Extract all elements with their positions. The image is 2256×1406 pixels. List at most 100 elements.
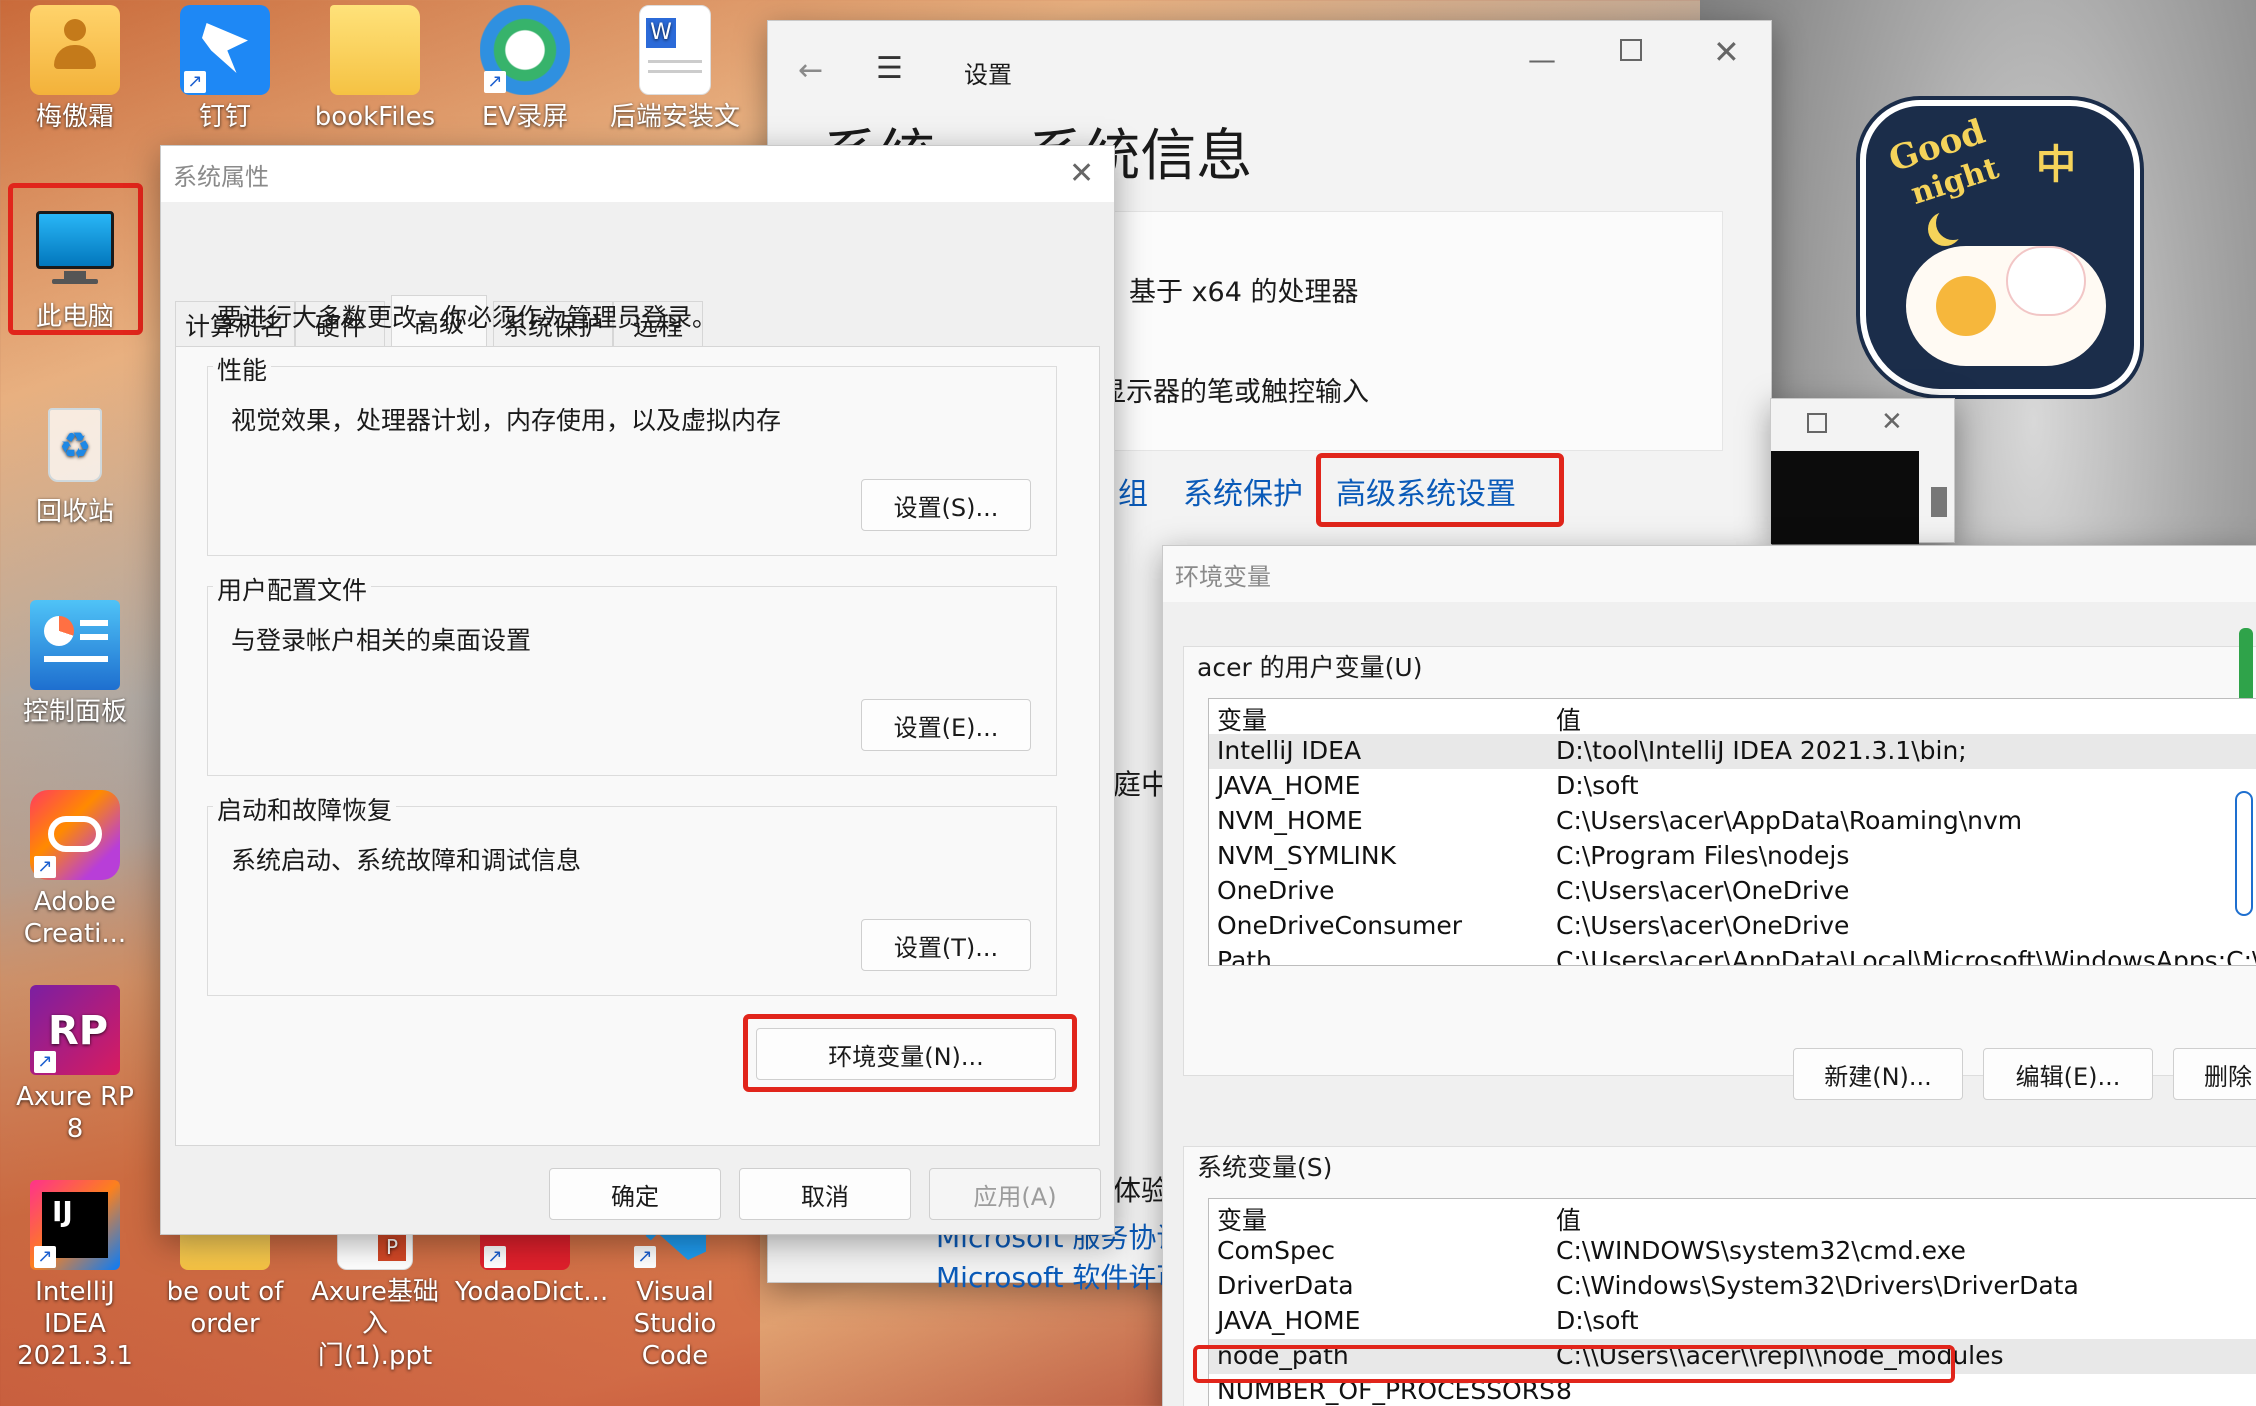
icon-label: be out of: [166, 1277, 284, 1307]
axure-icon: RP ↗: [30, 985, 120, 1075]
desktop-icon-adobe[interactable]: ↗ Adobe Creati...: [5, 790, 145, 950]
delete-user-var-button[interactable]: 删除: [2173, 1048, 2256, 1100]
minimize-button[interactable]: —: [1528, 43, 1556, 76]
desktop-icon-recycle-bin[interactable]: ♻ 回收站: [5, 400, 145, 528]
shortcut-arrow-icon: ↗: [34, 1051, 56, 1073]
col-header-variable[interactable]: 变量: [1217, 1201, 1267, 1237]
desktop-icon-control-panel[interactable]: 控制面板: [5, 600, 145, 728]
desktop-icon-ev[interactable]: ↗ EV录屏: [455, 5, 595, 133]
desktop-icon-user[interactable]: 梅傲霜: [5, 5, 145, 133]
table-row[interactable]: JAVA_HOME D:\soft: [1209, 1304, 2256, 1339]
table-header: 变量 值: [1209, 699, 2256, 737]
col-header-variable[interactable]: 变量: [1217, 701, 1267, 737]
cancel-button[interactable]: 取消: [739, 1168, 911, 1220]
startup-recovery-description: 系统启动、系统故障和调试信息: [231, 846, 582, 875]
menu-icon[interactable]: ☰: [876, 51, 903, 86]
moon-icon: [1936, 206, 1970, 240]
partial-text-2: 体验: [1113, 1174, 1170, 1207]
highlight-node-path: [1193, 1345, 1955, 1383]
icon-label-line2: Studio Code: [633, 1309, 717, 1371]
control-panel-icon: [30, 600, 120, 690]
user-table-scrollbar[interactable]: [2235, 791, 2253, 916]
var-value-cell: C:\Users\acer\AppData\Roaming\nvm: [1556, 806, 2023, 835]
link-domain-workgroup[interactable]: 组: [1118, 469, 1148, 513]
table-row[interactable]: OneDrive C:\Users\acer\OneDrive: [1209, 874, 2256, 909]
ime-mode-indicator[interactable]: 中: [2036, 132, 2076, 190]
table-row[interactable]: NVM_SYMLINK C:\Program Files\nodejs: [1209, 839, 2256, 874]
processor-row-text: 基于 x64 的处理器: [1129, 277, 1359, 308]
close-button[interactable]: ✕: [1713, 33, 1740, 71]
desktop-icon-dingtalk[interactable]: ↗ 钉钉: [155, 5, 295, 133]
apply-button[interactable]: 应用(A): [929, 1168, 1101, 1220]
outer-scrollbar[interactable]: [2239, 628, 2253, 708]
startup-recovery-settings-button[interactable]: 设置(T)...: [861, 919, 1031, 971]
var-name-cell: JAVA_HOME: [1217, 1306, 1361, 1335]
icon-label: 钉钉: [198, 102, 251, 132]
cat-egg-illustration: [1906, 246, 2106, 366]
terminal-content: [1771, 451, 1919, 544]
ok-button[interactable]: 确定: [549, 1168, 721, 1220]
highlight-advanced-settings: [1316, 453, 1564, 527]
dingtalk-icon: ↗: [180, 5, 270, 95]
admin-note-text: 要进行大多数更改，你必须作为管理员登录。: [217, 303, 718, 332]
env-window-title: 环境变量: [1163, 546, 2256, 602]
var-name-cell: OneDrive: [1217, 876, 1335, 905]
var-name-cell: IntelliJ IDEA: [1217, 736, 1362, 765]
shortcut-arrow-icon: ↗: [34, 856, 56, 878]
user-profiles-settings-button[interactable]: 设置(E)...: [861, 699, 1031, 751]
desktop-icon-intellij[interactable]: IJ ↗ IntelliJ IDEA 2021.3.1: [5, 1180, 145, 1372]
col-header-value[interactable]: 值: [1556, 701, 1581, 737]
startup-recovery-group-title: 启动和故障恢复: [213, 791, 397, 827]
intellij-icon: IJ ↗: [30, 1180, 120, 1270]
system-properties-dialog: 系统属性 ✕ 计算机名 硬件 高级 系统保护 远程 要进行大多数更改，你必须作为…: [160, 145, 1115, 1235]
link-system-protection[interactable]: 系统保护: [1183, 469, 1303, 513]
var-value-cell: C:\Users\acer\AppData\Local\Microsoft\Wi…: [1556, 946, 2256, 966]
var-name-cell: JAVA_HOME: [1217, 771, 1361, 800]
user-profiles-description: 与登录帐户相关的桌面设置: [231, 626, 532, 655]
pen-touch-row-text: 显示器的笔或触控输入: [1099, 377, 1369, 408]
table-row[interactable]: ComSpec C:\WINDOWS\system32\cmd.exe: [1209, 1234, 2256, 1269]
desktop-icon-word-doc[interactable]: W 后端安装文: [605, 5, 745, 133]
maximize-button[interactable]: [1620, 39, 1642, 61]
intellij-glyph-text: IJ: [52, 1195, 73, 1228]
edit-user-var-button[interactable]: 编辑(E)...: [1983, 1048, 2153, 1100]
performance-description: 视觉效果，处理器计划，内存使用，以及虚拟内存: [231, 406, 782, 435]
var-value-cell: C:\Program Files\nodejs: [1556, 841, 1850, 870]
recycle-bin-icon: ♻: [30, 400, 120, 490]
table-row[interactable]: JAVA_HOME D:\soft: [1209, 769, 2256, 804]
col-header-value[interactable]: 值: [1556, 1201, 1581, 1237]
var-value-cell: D:\tool\IntelliJ IDEA 2021.3.1\bin;: [1556, 736, 1967, 765]
performance-settings-button[interactable]: 设置(S)...: [861, 479, 1031, 531]
close-button[interactable]: ✕: [1881, 407, 1903, 437]
icon-label: Adobe: [33, 887, 117, 917]
back-arrow-icon[interactable]: ←: [798, 53, 823, 88]
user-vars-table[interactable]: 变量 值 IntelliJ IDEA D:\tool\IntelliJ IDEA …: [1208, 698, 2256, 966]
var-name-cell: NVM_HOME: [1217, 806, 1363, 835]
var-value-cell: C:\Windows\System32\Drivers\DriverData: [1556, 1271, 2079, 1300]
icon-label: bookFiles: [314, 102, 436, 132]
link-ms-software-license[interactable]: Microsoft 软件许可: [936, 1256, 1184, 1296]
ev-recorder-icon: ↗: [480, 5, 570, 95]
desktop-icon-bookfiles[interactable]: bookFiles: [305, 5, 445, 133]
icon-label-line2: order: [190, 1309, 260, 1339]
terminal-scrollbar[interactable]: [1931, 487, 1947, 517]
table-row[interactable]: Path C:\Users\acer\AppData\Local\Microsof…: [1209, 944, 2256, 966]
table-row[interactable]: NVM_HOME C:\Users\acer\AppData\Roaming\nv…: [1209, 804, 2256, 839]
icon-label: 控制面板: [22, 697, 127, 727]
axure-glyph-text: RP: [48, 1008, 109, 1054]
icon-label: 回收站: [35, 497, 114, 527]
table-row[interactable]: DriverData C:\Windows\System32\Drivers\Dr…: [1209, 1269, 2256, 1304]
table-row[interactable]: OneDriveConsumer C:\Users\acer\OneDrive: [1209, 909, 2256, 944]
var-name-cell: OneDriveConsumer: [1217, 911, 1463, 940]
var-name-cell: ComSpec: [1217, 1236, 1335, 1265]
var-name-cell: NVM_SYMLINK: [1217, 841, 1396, 870]
user-profiles-group-title: 用户配置文件: [213, 571, 372, 607]
sys-vars-label: 系统变量(S): [1193, 1148, 1337, 1184]
performance-group-title: 性能: [213, 351, 272, 387]
maximize-button[interactable]: [1807, 413, 1827, 433]
close-button[interactable]: ✕: [1069, 156, 1094, 191]
new-user-var-button[interactable]: 新建(N)...: [1793, 1048, 1963, 1100]
table-row[interactable]: IntelliJ IDEA D:\tool\IntelliJ IDEA 2021.…: [1209, 734, 2256, 769]
dialog-title: 系统属性: [161, 146, 1114, 202]
desktop-icon-axure[interactable]: RP ↗ Axure RP 8: [5, 985, 145, 1145]
